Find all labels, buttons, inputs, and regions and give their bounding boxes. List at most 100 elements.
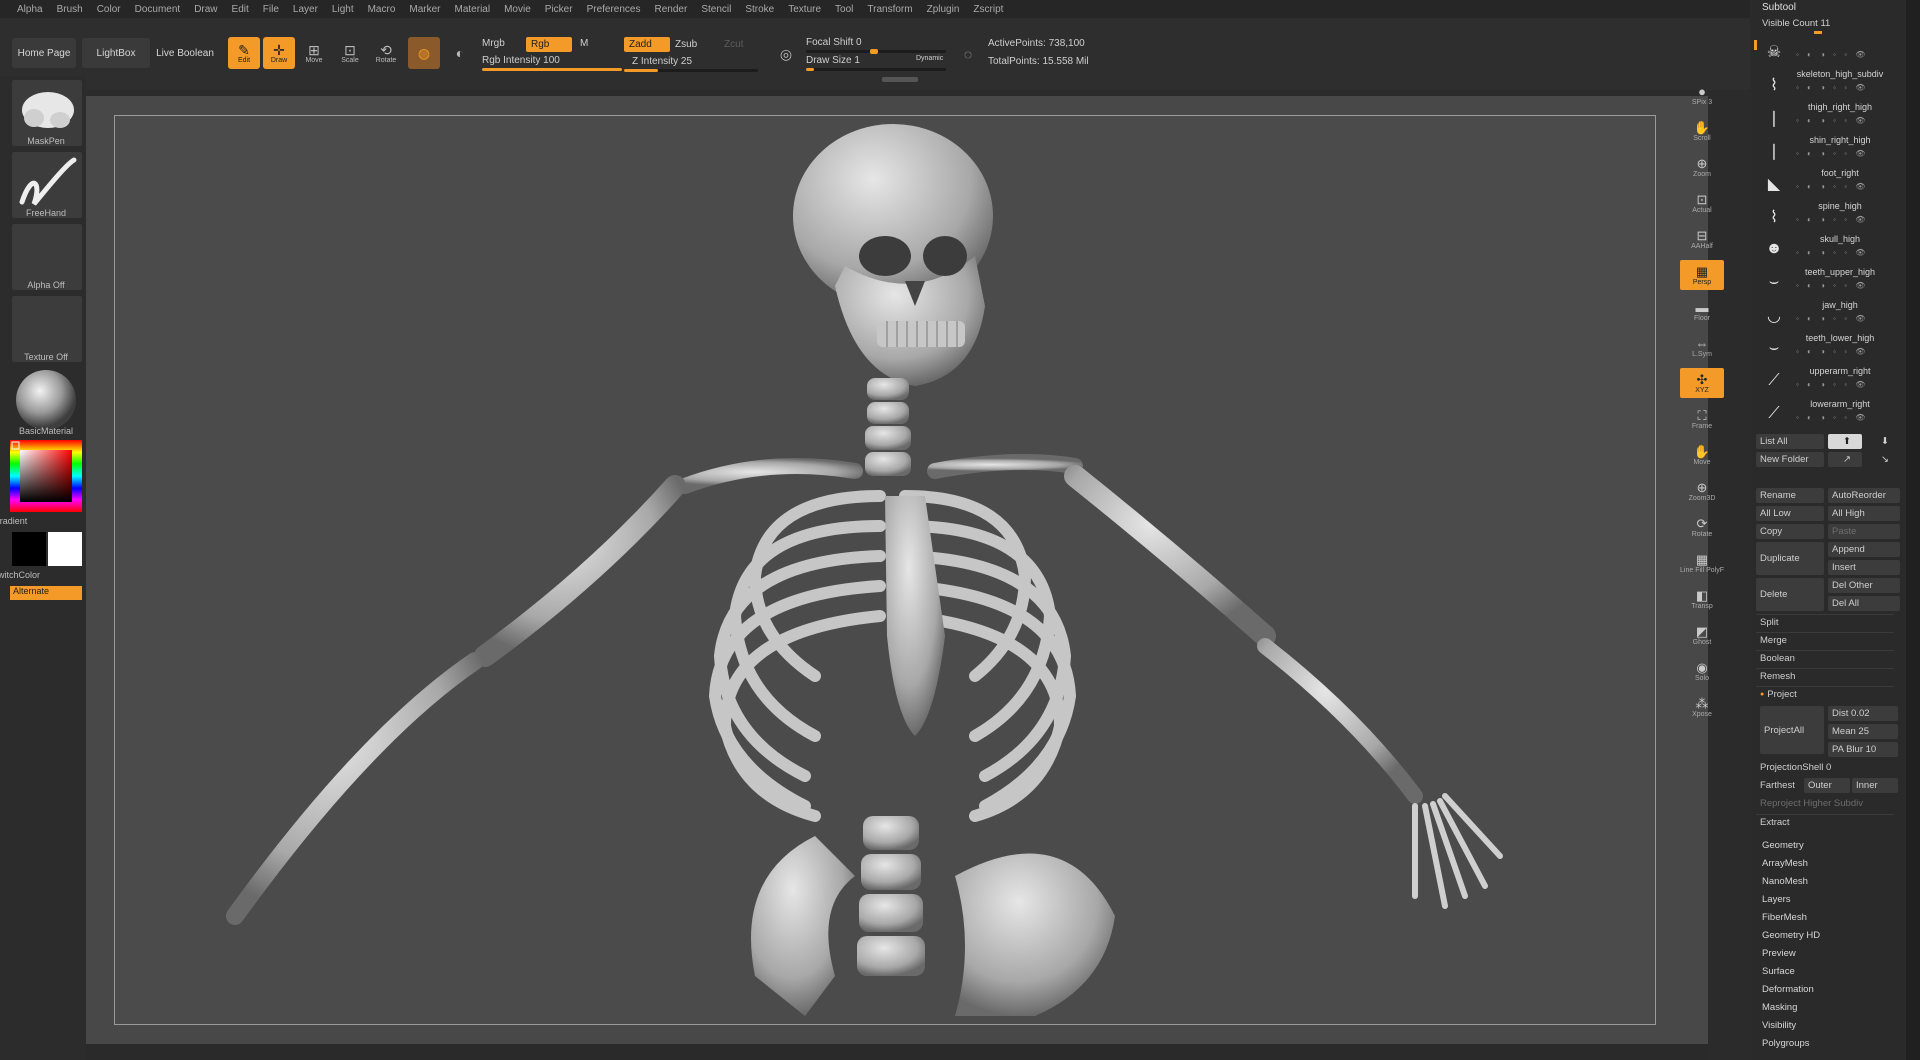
view-transp-button[interactable]: ◧ Transp — [1680, 584, 1724, 614]
mrgb-toggle[interactable]: Mrgb — [482, 38, 505, 49]
dynamic-toggle[interactable]: Dynamic — [916, 55, 943, 62]
merge-menu[interactable]: Merge — [1756, 632, 1894, 648]
draw-size-d-button[interactable]: ◌ — [952, 38, 984, 70]
projection-shell-slider[interactable]: ProjectionShell 0 — [1756, 760, 1900, 775]
subtool-item[interactable]: ⟋ lowerarm_right ◦ ◐ ◑ ◦ ◦ 👁 — [1756, 397, 1894, 433]
subtool-item[interactable]: ⌣ teeth_lower_high ◦ ◐ ◑ ◦ ◦ 👁 — [1756, 331, 1894, 367]
folder-add-button[interactable]: ↗ — [1828, 452, 1862, 467]
menu-macro[interactable]: Macro — [361, 4, 403, 15]
rgb-toggle[interactable]: Rgb — [526, 37, 572, 52]
view-zoom3d-button[interactable]: ⊕ Zoom3D — [1680, 476, 1724, 506]
move-button[interactable]: ⊞ Move — [298, 37, 330, 69]
boolean-menu[interactable]: Boolean — [1756, 650, 1894, 666]
subtool-visibility-icon[interactable]: ◦ ◐ ◑ ◦ ◦ 👁 — [1796, 248, 1868, 257]
primary-color-swatch[interactable] — [48, 532, 82, 566]
secondary-color-swatch[interactable] — [12, 532, 46, 566]
subtool-visibility-icon[interactable]: ◦ ◐ ◑ ◦ ◦ 👁 — [1796, 314, 1868, 323]
menu-material[interactable]: Material — [448, 4, 498, 15]
insert-button[interactable]: Insert — [1828, 560, 1900, 575]
view-xpose-button[interactable]: ⁂ Xpose — [1680, 692, 1724, 722]
menu-transform[interactable]: Transform — [860, 4, 919, 15]
list-all-button[interactable]: List All — [1756, 434, 1824, 449]
tool-submenu-fibermesh[interactable]: FiberMesh — [1762, 912, 1807, 923]
rename-button[interactable]: Rename — [1756, 488, 1824, 503]
subtool-item[interactable]: ⌇ skeleton_high_subdiv ◦ ◐ ◑ ◦ ◦ 👁 — [1756, 67, 1894, 103]
subtool-visibility-icon[interactable]: ◦ ◐ ◑ ◦ ◦ 👁 — [1796, 83, 1868, 92]
subtool-item[interactable]: ◣ foot_right ◦ ◐ ◑ ◦ ◦ 👁 — [1756, 166, 1894, 202]
view-floor-button[interactable]: ▬ Floor — [1680, 296, 1724, 326]
rotate-button[interactable]: ⟲ Rotate — [370, 37, 402, 69]
append-button[interactable]: Append — [1828, 542, 1900, 557]
subtool-visibility-icon[interactable]: ◦ ◐ ◑ ◦ ◦ 👁 — [1796, 116, 1868, 125]
view-spix-3-button[interactable]: ● SPix 3 — [1680, 80, 1724, 110]
subtool-item[interactable]: ◡ jaw_high ◦ ◐ ◑ ◦ ◦ 👁 — [1756, 298, 1894, 334]
copy-button[interactable]: Copy — [1756, 524, 1824, 539]
view-scroll-button[interactable]: ✋ Scroll — [1680, 116, 1724, 146]
menu-light[interactable]: Light — [325, 4, 361, 15]
tool-submenu-nanomesh[interactable]: NanoMesh — [1762, 876, 1808, 887]
subtool-item[interactable]: ⟋ upperarm_right ◦ ◐ ◑ ◦ ◦ 👁 — [1756, 364, 1894, 400]
material-thumbnail[interactable] — [12, 368, 82, 434]
tool-submenu-geometry-hd[interactable]: Geometry HD — [1762, 930, 1820, 941]
live-boolean-button[interactable]: Live Boolean — [154, 38, 216, 68]
subtool-visibility-icon[interactable]: ◦ ◐ ◑ ◦ ◦ 👁 — [1796, 215, 1868, 224]
view-move-button[interactable]: ✋ Move — [1680, 440, 1724, 470]
menu-marker[interactable]: Marker — [402, 4, 447, 15]
palette-scrollbar[interactable] — [1906, 0, 1920, 1060]
menu-zscript[interactable]: Zscript — [966, 4, 1010, 15]
farthest-toggle[interactable]: Farthest — [1756, 778, 1802, 793]
tool-submenu-polygroups[interactable]: Polygroups — [1762, 1038, 1810, 1049]
view-frame-button[interactable]: ⛶ Frame — [1680, 404, 1724, 434]
view-l-sym-button[interactable]: ⇔ L.Sym — [1680, 332, 1724, 362]
subtool-visibility-icon[interactable]: ◦ ◐ ◑ ◦ ◦ 👁 — [1796, 281, 1868, 290]
menu-movie[interactable]: Movie — [497, 4, 538, 15]
sphere-brush-button[interactable]: ◍ — [408, 37, 440, 69]
material-sphere-button[interactable]: ◐ — [444, 37, 476, 69]
zadd-toggle[interactable]: Zadd — [624, 37, 670, 52]
subtool-visibility-icon[interactable]: ◦ ◐ ◑ ◦ ◦ 👁 — [1796, 182, 1868, 191]
subtool-item[interactable]: ❘ thigh_right_high ◦ ◐ ◑ ◦ ◦ 👁 — [1756, 100, 1894, 136]
view-line-fill-polyf-button[interactable]: ▦ Line Fill PolyF — [1680, 548, 1724, 578]
menu-edit[interactable]: Edit — [225, 4, 256, 15]
subtool-visibility-icon[interactable]: ◦ ◐ ◑ ◦ ◦ 👁 — [1796, 149, 1868, 158]
tool-submenu-deformation[interactable]: Deformation — [1762, 984, 1814, 995]
tool-submenu-visibility[interactable]: Visibility — [1762, 1020, 1796, 1031]
menu-file[interactable]: File — [256, 4, 286, 15]
lightbox-button[interactable]: LightBox — [82, 38, 150, 68]
menu-zplugin[interactable]: Zplugin — [920, 4, 967, 15]
menu-draw[interactable]: Draw — [187, 4, 224, 15]
new-folder-button[interactable]: New Folder — [1756, 452, 1824, 467]
home-page-button[interactable]: Home Page — [12, 38, 76, 68]
draw-size-slider[interactable] — [806, 68, 946, 71]
all-high-button[interactable]: All High — [1828, 506, 1900, 521]
subtool-item[interactable]: ☠ ◦ ◐ ◑ ◦ ◦ 👁 — [1756, 34, 1894, 70]
outer-toggle[interactable]: Outer — [1804, 778, 1850, 793]
menu-tool[interactable]: Tool — [828, 4, 860, 15]
alternate-button[interactable]: Alternate — [10, 586, 82, 600]
tool-submenu-masking[interactable]: Masking — [1762, 1002, 1797, 1013]
inner-toggle[interactable]: Inner — [1852, 778, 1898, 793]
zsub-toggle[interactable]: Zsub — [675, 39, 697, 50]
focal-s-button[interactable]: ◎ — [770, 38, 802, 70]
m-toggle[interactable]: M — [580, 38, 588, 49]
document-canvas[interactable] — [114, 115, 1656, 1025]
tool-submenu-surface[interactable]: Surface — [1762, 966, 1795, 977]
tool-submenu-arraymesh[interactable]: ArrayMesh — [1762, 858, 1808, 869]
menu-brush[interactable]: Brush — [50, 4, 90, 15]
mean-slider[interactable]: Mean 25 — [1828, 724, 1898, 739]
move-down-button[interactable]: ⬇ — [1866, 434, 1900, 449]
split-menu[interactable]: Split — [1756, 614, 1894, 630]
tool-submenu-layers[interactable]: Layers — [1762, 894, 1791, 905]
delete-button[interactable]: Delete — [1756, 578, 1824, 611]
autoreorder-button[interactable]: AutoReorder — [1828, 488, 1900, 503]
draw-button[interactable]: ✛ Draw — [263, 37, 295, 69]
switchcolor-label[interactable]: SwitchColor — [0, 570, 62, 580]
subtool-visibility-icon[interactable]: ◦ ◐ ◑ ◦ ◦ 👁 — [1796, 413, 1868, 422]
view-aahalf-button[interactable]: ⊟ AAHalf — [1680, 224, 1724, 254]
reproject-higher-subdiv-button[interactable]: Reproject Higher Subdiv — [1756, 796, 1900, 811]
menu-picker[interactable]: Picker — [538, 4, 580, 15]
menu-alpha[interactable]: Alpha — [10, 4, 50, 15]
color-picker[interactable] — [10, 440, 82, 512]
move-up-button[interactable]: ⬆ — [1828, 434, 1862, 449]
all-low-button[interactable]: All Low — [1756, 506, 1824, 521]
